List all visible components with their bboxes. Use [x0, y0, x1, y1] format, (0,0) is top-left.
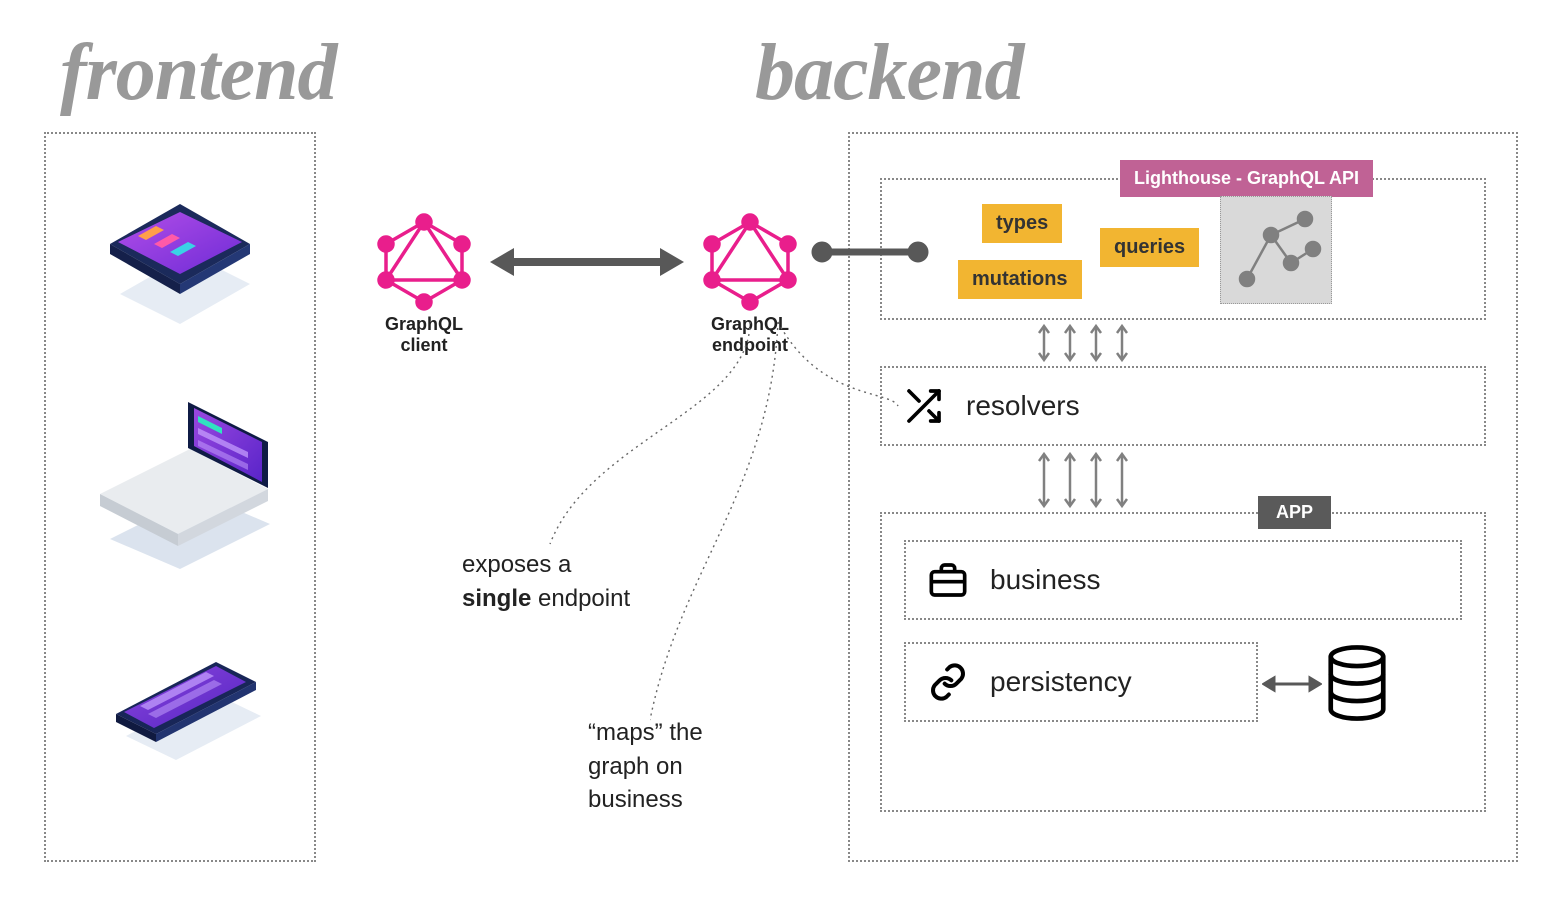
schema-graph-box — [1220, 196, 1332, 304]
graphql-endpoint-icon — [700, 212, 800, 312]
arrow-client-endpoint — [490, 244, 684, 280]
caption-single-word: single — [462, 585, 531, 612]
types-pill: types — [982, 204, 1062, 243]
connector-maps — [650, 320, 910, 740]
frontend-title: frontend — [60, 28, 337, 119]
arrows-resolvers-app — [1034, 448, 1144, 512]
resolvers-label: resolvers — [966, 390, 1080, 422]
mutations-pill: mutations — [958, 260, 1082, 299]
tablet-icon — [80, 174, 280, 324]
caption-maps-line3: business — [588, 786, 683, 813]
arrows-lighthouse-resolvers — [1034, 320, 1144, 366]
graphql-client-icon — [374, 212, 474, 312]
app-badge: APP — [1258, 496, 1331, 529]
resolvers-icon — [904, 386, 944, 426]
briefcase-icon — [928, 560, 968, 600]
persistency-label: persistency — [990, 666, 1132, 698]
queries-pill: queries — [1100, 228, 1199, 267]
caption-exposes-line1: exposes a — [462, 551, 571, 578]
backend-title: backend — [755, 28, 1024, 119]
connector-endpoint-backend — [810, 238, 930, 266]
link-icon — [928, 662, 968, 702]
phone-icon — [86, 624, 286, 784]
persistency-box: persistency — [904, 642, 1258, 722]
database-icon — [1322, 640, 1392, 726]
caption-maps: “maps” the graph on business — [588, 716, 703, 817]
laptop-icon — [70, 394, 290, 574]
caption-maps-line1: “maps” the — [588, 719, 703, 746]
graphql-client-label: GraphQL client — [354, 314, 494, 356]
frontend-box — [44, 132, 316, 862]
arrow-persistency-db — [1262, 672, 1322, 696]
business-box: business — [904, 540, 1462, 620]
caption-maps-line2: graph on — [588, 753, 683, 780]
lighthouse-badge: Lighthouse - GraphQL API — [1120, 160, 1373, 197]
business-label: business — [990, 564, 1101, 596]
resolvers-box: resolvers — [880, 366, 1486, 446]
caption-endpoint-suffix: endpoint — [531, 585, 630, 612]
caption-exposes: exposes a single endpoint — [462, 548, 630, 615]
schema-graph-icon — [1221, 197, 1333, 305]
